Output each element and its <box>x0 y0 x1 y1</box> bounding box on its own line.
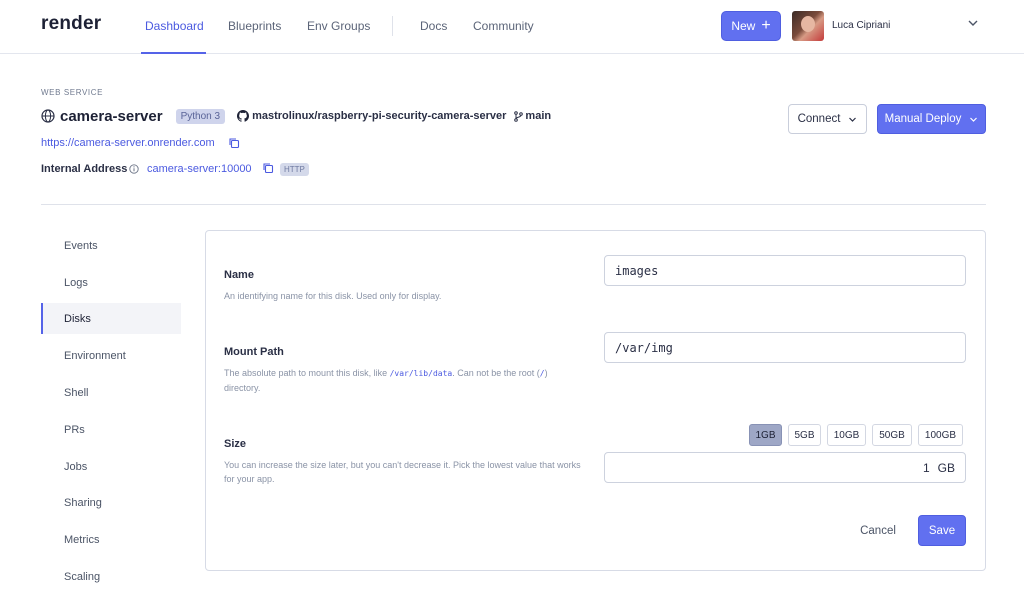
repo-link[interactable]: mastrolinux/raspberry-pi-security-camera… <box>252 110 506 122</box>
protocol-badge: HTTP <box>280 163 309 176</box>
plus-icon: + <box>761 17 771 34</box>
user-name[interactable]: Luca Cipriani <box>832 20 890 31</box>
info-icon[interactable] <box>129 164 139 174</box>
disk-size-input[interactable]: 1 GB <box>604 452 966 483</box>
size-option-100gb[interactable]: 100GB <box>918 424 963 446</box>
nav-docs[interactable]: Docs <box>420 19 447 33</box>
nav-env-groups[interactable]: Env Groups <box>307 19 370 33</box>
sidebar-item-environment[interactable]: Environment <box>41 340 181 371</box>
disk-size-help: You can increase the size later, but you… <box>224 460 581 484</box>
internal-address-label: Internal Address <box>41 163 128 175</box>
internal-address-value[interactable]: camera-server:10000 <box>147 163 252 175</box>
sidebar-item-sharing[interactable]: Sharing <box>41 487 181 518</box>
active-nav-indicator <box>141 52 206 54</box>
service-name: camera-server <box>60 107 163 125</box>
branch-icon <box>514 110 524 122</box>
disk-name-help: An identifying name for this disk. Used … <box>224 291 442 301</box>
sidebar-item-shell[interactable]: Shell <box>41 377 181 408</box>
globe-icon <box>41 109 55 123</box>
mount-path-help: The absolute path to mount this disk, li… <box>224 368 548 393</box>
sidebar-item-metrics[interactable]: Metrics <box>41 524 181 555</box>
nav-blueprints[interactable]: Blueprints <box>228 19 281 33</box>
size-option-50gb[interactable]: 50GB <box>872 424 912 446</box>
size-option-10gb[interactable]: 10GB <box>827 424 866 446</box>
disk-size-value: 1 <box>922 460 930 475</box>
sidebar-item-jobs[interactable]: Jobs <box>41 451 181 482</box>
top-nav: render Dashboard Blueprints Env Groups D… <box>0 0 1024 54</box>
sidebar-item-events[interactable]: Events <box>41 230 181 261</box>
copy-icon[interactable] <box>262 162 274 174</box>
save-button[interactable]: Save <box>918 515 966 546</box>
nav-separator <box>392 16 393 36</box>
sidebar-item-logs[interactable]: Logs <box>41 267 181 298</box>
runtime-badge: Python 3 <box>175 108 226 124</box>
disk-name-label: Name <box>224 269 254 281</box>
mount-path-input[interactable]: /var/img <box>604 332 966 363</box>
connect-button[interactable]: Connect <box>788 104 867 134</box>
new-button[interactable]: New + <box>721 11 781 41</box>
avatar[interactable] <box>792 11 824 41</box>
sidebar-item-disks[interactable]: Disks <box>41 303 181 334</box>
render-logo[interactable]: render <box>41 13 101 35</box>
size-option-1gb[interactable]: 1GB <box>749 424 782 446</box>
chevron-down-icon <box>849 117 857 122</box>
chevron-down-icon[interactable] <box>966 16 980 30</box>
mount-path-example: /var/lib/data <box>389 369 453 378</box>
disk-name-input[interactable]: images <box>604 255 966 286</box>
service-title-row: camera-server Python 3 mastrolinux/raspb… <box>41 106 551 126</box>
new-button-label: New <box>731 19 756 33</box>
disk-size-unit: GB <box>937 460 955 475</box>
github-icon <box>237 110 250 122</box>
disk-size-label: Size <box>224 438 247 450</box>
manual-deploy-label: Manual Deploy <box>884 113 962 125</box>
cancel-button[interactable]: Cancel <box>852 521 904 541</box>
connect-button-label: Connect <box>797 113 841 125</box>
service-url-link[interactable]: https://camera-server.onrender.com <box>41 137 215 149</box>
sidebar-item-prs[interactable]: PRs <box>41 414 181 445</box>
nav-dashboard[interactable]: Dashboard <box>145 19 204 33</box>
header-divider <box>41 204 986 205</box>
mount-path-label: Mount Path <box>224 346 284 358</box>
sidebar-item-scaling[interactable]: Scaling <box>41 561 181 592</box>
copy-icon[interactable] <box>228 137 240 149</box>
size-option-5gb[interactable]: 5GB <box>788 424 821 446</box>
service-type-label: WEB SERVICE <box>41 88 104 97</box>
branch-name: main <box>525 110 552 122</box>
nav-community[interactable]: Community <box>473 19 534 33</box>
chevron-down-icon <box>970 117 978 122</box>
manual-deploy-button[interactable]: Manual Deploy <box>877 104 986 134</box>
